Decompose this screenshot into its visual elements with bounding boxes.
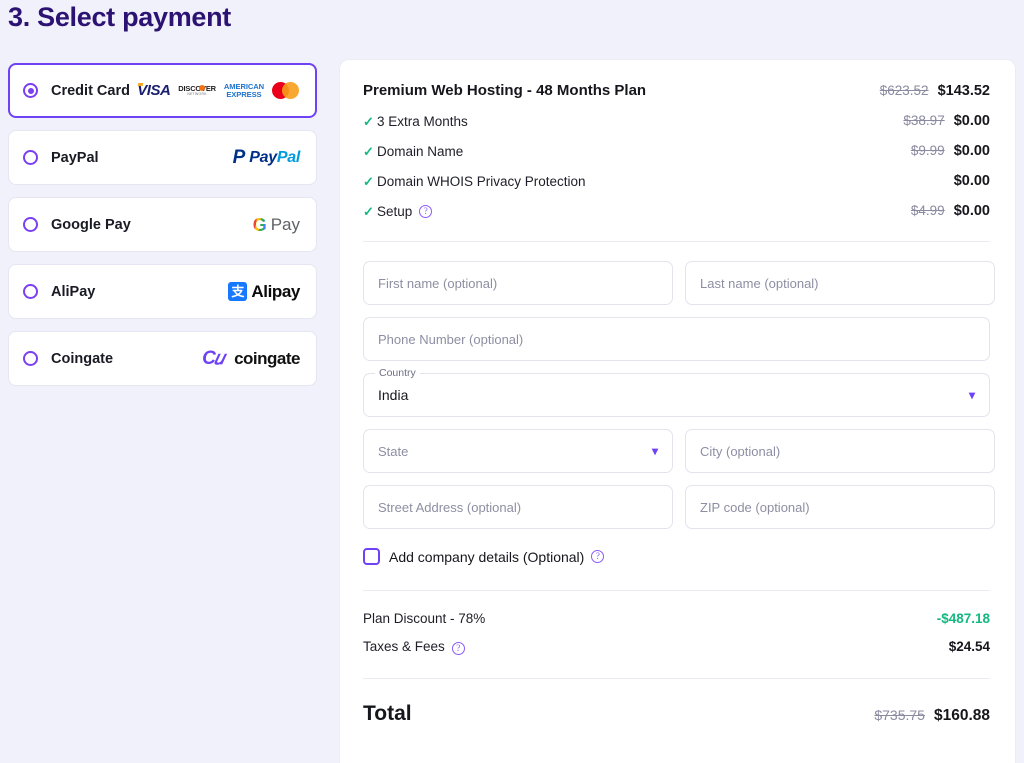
country-value: India (378, 387, 409, 403)
company-details-checkbox[interactable] (363, 548, 380, 565)
name-row: First name (optional) Last name (optiona… (363, 261, 995, 305)
help-icon-company[interactable]: ? (591, 550, 605, 563)
payment-method-coingate[interactable]: Coingate C𝑢 coingate (8, 331, 317, 386)
visa-icon: VISA (137, 82, 171, 99)
google-pay-icon: G Pay (252, 214, 300, 235)
radio-paypal[interactable] (23, 150, 38, 165)
last-name-input[interactable]: Last name (optional) (685, 261, 995, 305)
summary-feature-row: ✓ Setup ? $4.99 $0.00 (363, 203, 990, 219)
company-details-label: Add company details (Optional) (389, 548, 585, 565)
check-icon: ✓ (363, 203, 374, 219)
payment-method-label: Coingate (51, 350, 114, 367)
payment-method-google-pay[interactable]: Google Pay G Pay (8, 197, 317, 252)
radio-credit-card[interactable] (23, 83, 38, 98)
divider (363, 241, 990, 242)
coingate-icon: C𝑢 coingate (202, 347, 300, 369)
discount-value: -$487.18 (936, 611, 990, 626)
street-address-input[interactable]: Street Address (optional) (363, 485, 673, 529)
taxes-label: Taxes & Fees (363, 639, 445, 654)
feature-old-price: $4.99 (910, 203, 945, 218)
alipay-icon: 支 Alipay (228, 282, 300, 302)
help-icon-setup[interactable]: ? (419, 204, 433, 218)
taxes-value: $24.54 (948, 639, 990, 654)
feature-price: $0.00 (953, 203, 990, 219)
payment-method-alipay[interactable]: AliPay 支 Alipay (8, 264, 317, 319)
total-label: Total (363, 702, 412, 725)
total-row: Total $735.75 $160.88 (363, 702, 990, 726)
feature-price: $0.00 (953, 113, 990, 129)
payment-method-label: Credit Card (51, 82, 130, 99)
summary-feature-row: ✓ Domain WHOIS Privacy Protection $0.00 (363, 173, 990, 189)
payment-method-paypal[interactable]: PayPal P Pay Pal (8, 130, 317, 185)
country-select[interactable]: Country India ▾ (363, 367, 990, 417)
discount-row: Plan Discount - 78% -$487.18 (363, 611, 990, 626)
discount-label: Plan Discount - 78% (363, 611, 486, 626)
divider (363, 678, 990, 679)
company-details-row: Add company details (Optional) ? (363, 548, 990, 565)
radio-alipay[interactable] (23, 284, 38, 299)
amex-icon: AMERICAN EXPRESS (223, 81, 264, 99)
paypal-icon: P Pay Pal (232, 147, 301, 168)
mastercard-icon (272, 82, 299, 99)
order-summary-panel: Premium Web Hosting - 48 Months Plan $62… (339, 59, 1016, 763)
payment-method-credit-card[interactable]: Credit Card VISA DISCOVER NETWORK AMERIC… (8, 63, 317, 118)
credit-card-logos: VISA DISCOVER NETWORK AMERICAN EXPRESS (137, 82, 299, 99)
chevron-down-icon: ▾ (651, 444, 658, 458)
check-icon: ✓ (363, 143, 374, 159)
billing-form: First name (optional) Last name (optiona… (363, 261, 995, 565)
divider (363, 590, 990, 591)
payment-method-label: AliPay (51, 283, 96, 300)
radio-coingate[interactable] (23, 351, 38, 366)
plan-name: Premium Web Hosting - 48 Months Plan (363, 82, 647, 99)
state-city-row: State ▾ City (optional) (363, 429, 995, 473)
check-icon: ✓ (363, 173, 374, 189)
payment-method-label: Google Pay (51, 216, 131, 233)
phone-input[interactable]: Phone Number (optional) (363, 317, 990, 361)
city-input[interactable]: City (optional) (685, 429, 995, 473)
feature-price: $0.00 (953, 143, 990, 159)
discover-icon: DISCOVER NETWORK (178, 83, 216, 97)
feature-old-price: $38.97 (903, 113, 945, 128)
check-icon: ✓ (363, 113, 374, 129)
address-row: Street Address (optional) ZIP code (opti… (363, 485, 995, 529)
chevron-down-icon: ▾ (968, 388, 975, 402)
country-label: Country (375, 367, 420, 379)
plan-old-price: $623.52 (879, 83, 929, 98)
feature-label: 3 Extra Months (377, 113, 468, 129)
feature-label: Domain WHOIS Privacy Protection (377, 173, 586, 189)
summary-feature-row: ✓ 3 Extra Months $38.97 $0.00 (363, 113, 990, 129)
plan-row: Premium Web Hosting - 48 Months Plan $62… (363, 82, 990, 99)
total-price: $160.88 (933, 707, 990, 724)
total-old-price: $735.75 (874, 707, 925, 723)
feature-price: $0.00 (953, 173, 990, 189)
feature-label: Setup (377, 203, 413, 219)
payment-method-label: PayPal (51, 149, 99, 166)
radio-google-pay[interactable] (23, 217, 38, 232)
help-icon-taxes[interactable]: ? (451, 642, 465, 655)
summary-feature-row: ✓ Domain Name $9.99 $0.00 (363, 143, 990, 159)
feature-label: Domain Name (377, 143, 464, 159)
plan-price: $143.52 (937, 83, 990, 99)
state-select[interactable]: State ▾ (363, 429, 673, 473)
zip-code-input[interactable]: ZIP code (optional) (685, 485, 995, 529)
taxes-row: Taxes & Fees ? $24.54 (363, 639, 990, 655)
first-name-input[interactable]: First name (optional) (363, 261, 673, 305)
payment-method-list: Credit Card VISA DISCOVER NETWORK AMERIC… (8, 63, 317, 398)
page-title: 3. Select payment (8, 2, 232, 32)
feature-old-price: $9.99 (910, 143, 945, 158)
checkout-page: 3. Select payment Credit Card VISA DISCO… (0, 0, 1024, 763)
plan-prices: $623.52 $143.52 (880, 83, 990, 99)
